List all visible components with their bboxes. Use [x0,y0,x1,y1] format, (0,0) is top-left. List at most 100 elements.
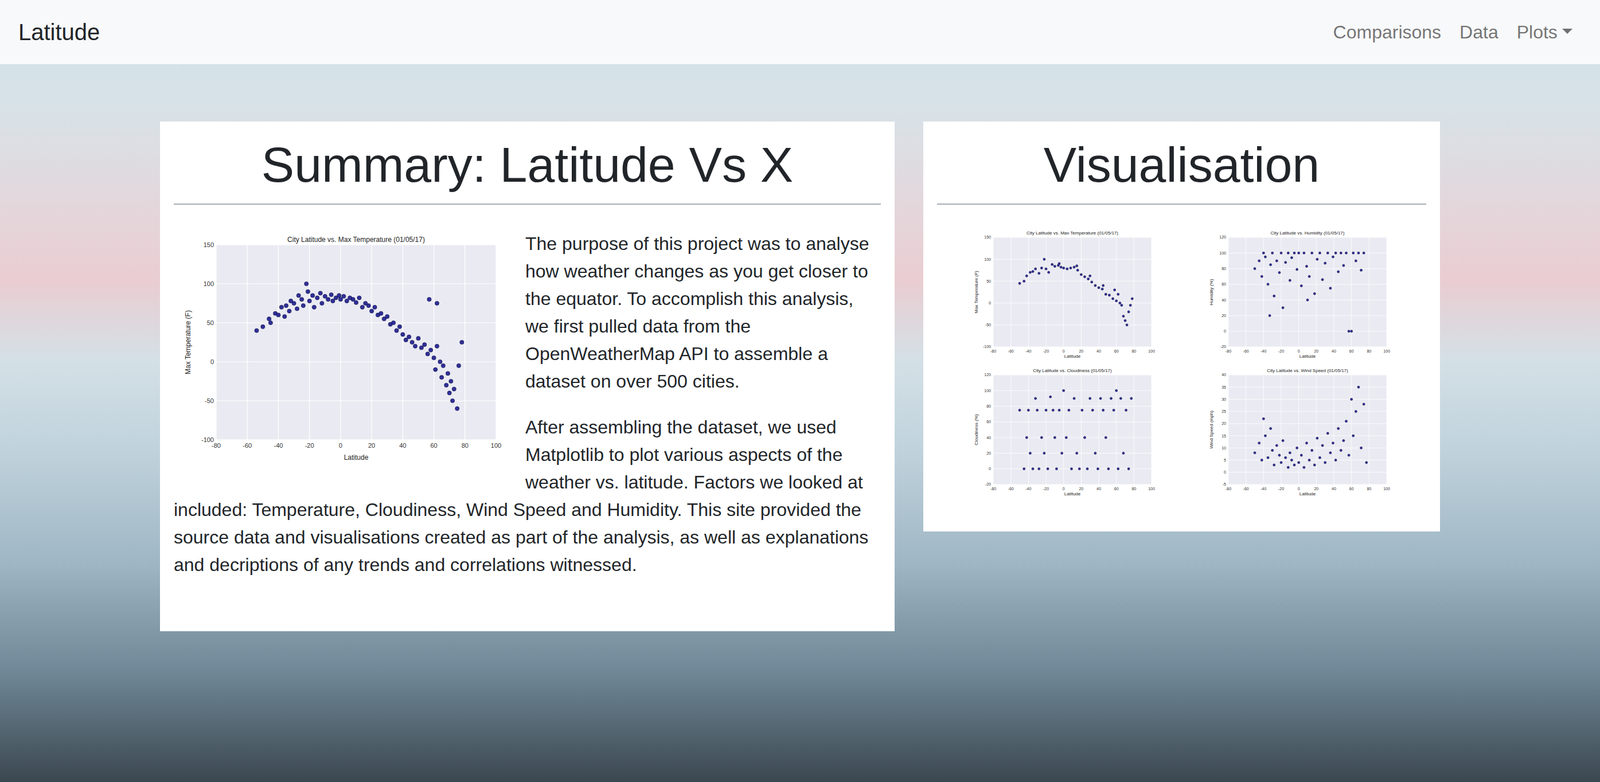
data-point [1262,418,1265,421]
grid-line [1333,237,1334,347]
grid-line [1010,375,1012,485]
data-point [1260,275,1263,278]
data-point [1093,452,1096,455]
data-point [357,295,362,300]
y-tick: 120 [984,373,991,378]
x-tick: 100 [490,442,502,450]
y-tick: 0 [1223,470,1227,475]
data-point [279,305,284,310]
x-tick: 80 [1366,486,1372,491]
grid-line [1080,237,1082,347]
grid-line [309,244,310,440]
data-point [1328,287,1332,290]
data-point [1295,447,1298,450]
data-point [1288,279,1291,282]
data-point [1129,397,1133,400]
data-point [1101,284,1104,287]
grid-line [1245,237,1247,347]
data-point [1116,467,1119,471]
data-point [1088,397,1091,400]
nav-item: Comparisons [1324,13,1451,51]
data-point [1040,436,1043,439]
y-tick: 10 [1221,446,1227,451]
data-point [1022,280,1025,283]
brand-link[interactable]: Latitude [18,9,100,56]
chart-title: City Latitude vs. Humidity (01/05/17) [1270,230,1345,236]
data-point [1101,287,1104,291]
data-point [268,321,273,326]
data-point [1290,459,1293,462]
data-point [1076,268,1079,272]
x-axis-label: Latitude [344,453,369,462]
data-point [1356,251,1360,255]
data-point [1351,434,1354,437]
nav-dropdown[interactable]: Plots [1507,13,1582,51]
scatter-chart: -80-60-40-20020406080100-200204060801001… [1207,229,1392,360]
grid-line [1227,375,1229,485]
data-point [1313,463,1316,467]
x-tick: -20 [305,442,315,450]
data-point [1124,409,1127,412]
data-point [1025,274,1028,277]
y-tick: 120 [1219,235,1227,240]
data-point [1315,437,1318,440]
nav-link[interactable]: Comparisons [1324,13,1451,51]
y-tick: 0 [1223,329,1227,334]
data-point [318,291,323,296]
data-point [372,305,377,310]
data-point [1308,459,1311,462]
data-point [1300,285,1303,288]
data-point [1269,263,1272,267]
y-tick: -20 [984,482,991,487]
data-point [434,344,439,349]
chart-cell: -80-60-40-20020406080100-200204060801001… [1207,229,1392,360]
grid-line [993,453,1152,454]
data-point [311,305,316,310]
plot-area [1228,375,1387,485]
x-tick: 60 [1113,349,1119,354]
data-point [1266,283,1270,286]
grid-line [1315,237,1317,347]
y-tick: 50 [986,279,991,284]
x-tick: -80 [1224,486,1231,491]
data-point [1300,454,1303,457]
grid-line [216,244,497,246]
data-point [450,399,455,404]
data-point [1051,409,1055,412]
x-axis-label: Latitude [1298,491,1316,497]
data-point [1281,306,1285,310]
data-point [439,375,444,380]
data-point [1050,263,1053,267]
data-point [1349,330,1353,333]
grid-line [1228,399,1387,400]
summary-title: Summary: Latitude Vs X [173,135,881,195]
grid-line [1150,375,1152,485]
data-point [1112,409,1115,412]
data-point [1025,436,1028,439]
grid-line [340,244,341,440]
data-point [369,309,374,314]
x-tick: 40 [1096,486,1102,491]
grid-line [1368,375,1369,485]
data-point [1104,436,1107,439]
data-point [1079,273,1083,276]
x-tick: 0 [1062,349,1065,354]
nav-link[interactable]: Data [1450,13,1508,51]
data-point [438,360,443,365]
data-point [1040,267,1043,270]
data-point [1341,264,1345,267]
data-point [1321,444,1324,447]
data-point [1109,397,1112,400]
y-tick: 80 [1221,266,1227,271]
data-point [1321,278,1324,282]
x-tick: 20 [1078,349,1084,354]
data-point [1068,267,1072,270]
grid-line [1115,237,1117,347]
data-point [1091,409,1094,412]
data-point [1097,286,1100,290]
x-axis-label: Latitude [1298,353,1316,359]
data-point [400,332,405,337]
data-point [1070,467,1073,471]
y-tick: 5 [1223,458,1227,463]
data-point [1119,397,1122,400]
